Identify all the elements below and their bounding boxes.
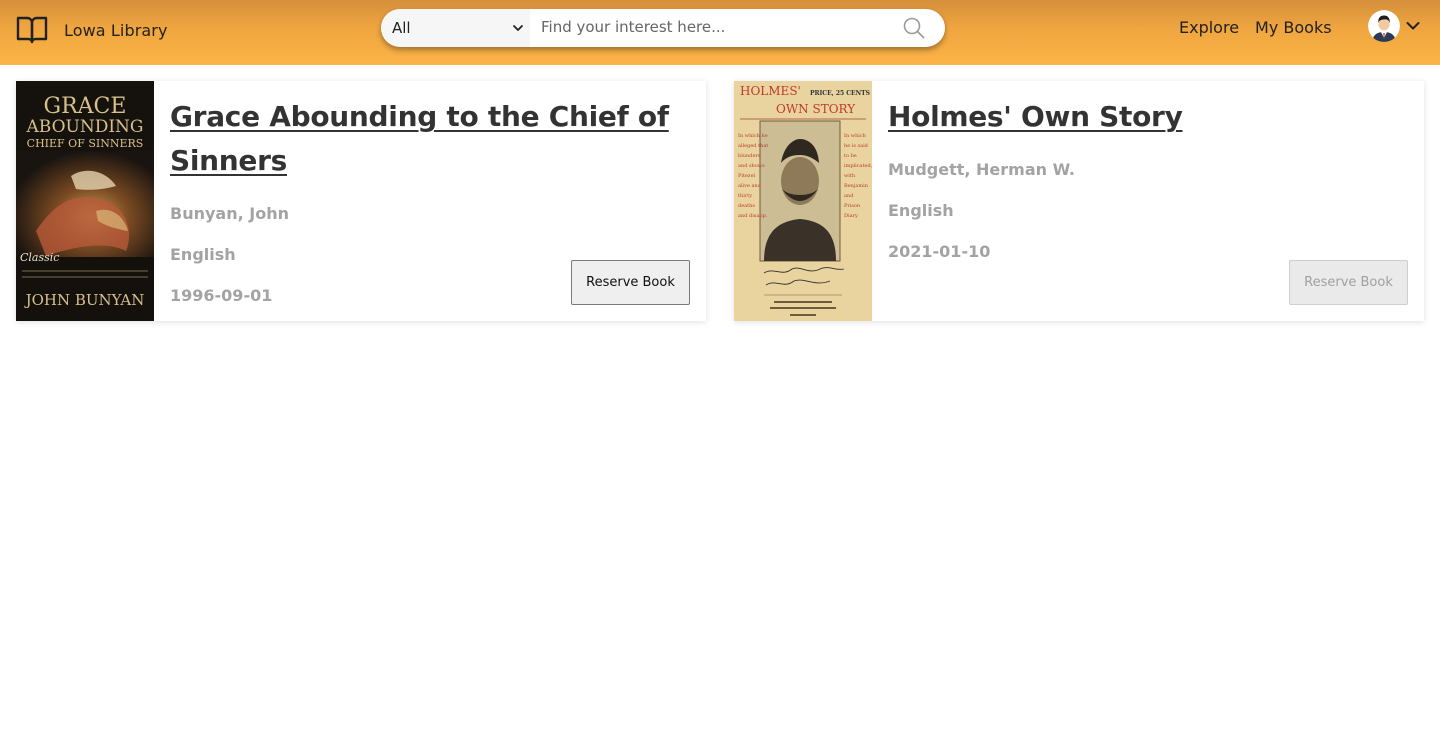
book-cover-image: HOLMES' PRICE, 25 CENTS OWN STORY In whi… [734,81,872,321]
svg-text:and: and [844,193,854,199]
cover-title-2: ABOUNDING [25,117,143,137]
svg-text:deaths: deaths [738,203,755,209]
book-author: Mudgett, Herman W. [888,160,1075,179]
brand-name: Lowa Library [64,20,168,40]
svg-text:In which: In which [844,133,867,139]
main-nav: Explore My Books [1179,18,1332,37]
svg-text:In which he: In which he [738,133,768,139]
cover-price: PRICE, 25 CENTS [810,90,870,97]
svg-text:thirty: thirty [738,193,752,199]
search-icon[interactable] [903,17,925,39]
book-date: 2021-01-10 [888,242,991,261]
user-menu[interactable] [1368,10,1420,42]
nav-explore[interactable]: Explore [1179,18,1239,37]
category-select[interactable]: All [382,9,530,47]
book-card: HOLMES' PRICE, 25 CENTS OWN STORY In whi… [734,81,1424,321]
cover-author: JOHN BUNYAN [24,291,145,309]
cover-title-1: HOLMES' [740,84,801,98]
svg-text:alleged that: alleged that [738,143,768,149]
svg-text:to be: to be [844,153,857,159]
cover-title-2: OWN STORY [776,102,856,116]
reserve-book-button[interactable]: Reserve Book [571,260,690,305]
brand[interactable]: Lowa Library [16,14,168,46]
book-title-link[interactable]: Grace Abounding to the Chief of Sinners [170,95,670,183]
avatar [1368,10,1400,42]
cover-title-3: CHIEF OF SINNERS [27,137,144,150]
book-card: GRACE ABOUNDING CHIEF OF SINNERS Classic… [16,81,706,321]
book-cover[interactable]: HOLMES' PRICE, 25 CENTS OWN STORY In whi… [734,81,872,321]
svg-text:and shows: and shows [738,163,765,169]
svg-text:and disapp.: and disapp. [738,213,768,219]
search-bar: All [381,9,945,47]
open-book-icon [16,16,48,44]
svg-text:with: with [844,173,856,179]
book-cover-image: GRACE ABOUNDING CHIEF OF SINNERS Classic… [16,81,154,321]
svg-text:he is said: he is said [844,143,869,149]
svg-text:blunders: blunders [738,153,761,159]
search-input[interactable] [541,9,891,47]
top-navbar: Lowa Library All Explore My Books [0,0,1440,65]
reserve-book-button[interactable]: Reserve Book [1289,260,1408,305]
cover-series: Classic [20,251,59,264]
chevron-down-icon [513,25,523,31]
svg-text:Benjamin: Benjamin [844,183,869,189]
category-select-value: All [392,19,411,37]
book-cover[interactable]: GRACE ABOUNDING CHIEF OF SINNERS Classic… [16,81,154,321]
book-language: English [888,201,954,220]
cover-title-1: GRACE [44,94,127,119]
book-author: Bunyan, John [170,204,289,223]
book-info: Holmes' Own Story Mudgett, Herman W. Eng… [888,95,1388,262]
chevron-down-icon [1406,22,1420,30]
svg-text:Prison: Prison [844,203,861,209]
book-title-link[interactable]: Holmes' Own Story [888,95,1388,139]
nav-my-books[interactable]: My Books [1255,18,1332,37]
svg-text:alive and: alive and [738,183,762,189]
svg-text:Pitezel: Pitezel [738,173,756,179]
svg-text:Diary: Diary [844,213,858,219]
svg-text:implicated,: implicated, [844,163,872,169]
